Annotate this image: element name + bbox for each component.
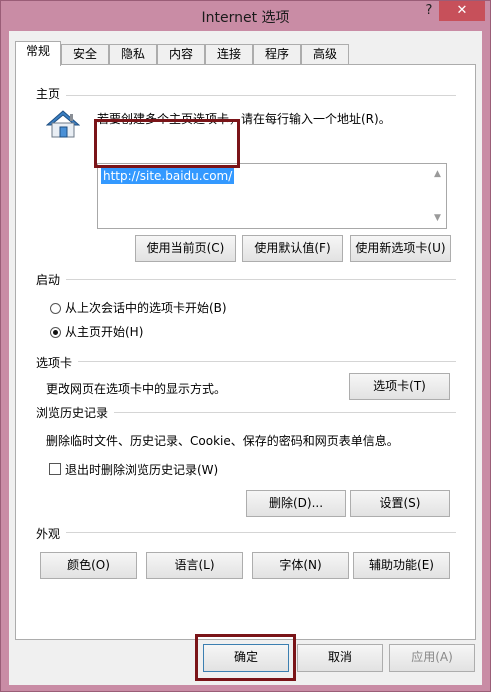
startup-group-label: 启动	[36, 271, 67, 288]
tab-programs[interactable]: 程序	[253, 44, 301, 65]
tab-advanced[interactable]: 高级	[301, 44, 349, 65]
tabs-group-label: 选项卡	[36, 354, 79, 371]
history-settings-button[interactable]: 设置(S)	[350, 490, 450, 517]
apply-button[interactable]: 应用(A)	[389, 644, 475, 672]
title-bar[interactable]: Internet 选项 ? ✕	[1, 1, 490, 31]
fonts-button[interactable]: 字体(N)	[252, 552, 349, 579]
languages-button[interactable]: 语言(L)	[146, 552, 243, 579]
group-divider	[46, 279, 456, 280]
close-button[interactable]: ✕	[439, 1, 485, 21]
house-icon	[45, 109, 81, 139]
ok-highlight-frame	[195, 634, 296, 681]
accessibility-button[interactable]: 辅助功能(E)	[353, 552, 450, 579]
general-tab-page: 主页 若要创建多个主页选项卡，请在每行输入一个地址(R)。 http://sit…	[15, 64, 476, 640]
history-description: 删除临时文件、历史记录、Cookie、保存的密码和网页表单信息。	[46, 434, 399, 448]
startup-option-label[interactable]: 从主页开始(H)	[65, 323, 143, 340]
help-button[interactable]: ?	[418, 1, 440, 21]
tab-connections[interactable]: 连接	[205, 44, 253, 65]
startup-last-session-radio[interactable]	[50, 303, 61, 314]
tabs-settings-button[interactable]: 选项卡(T)	[349, 373, 450, 400]
home-group-label: 主页	[36, 85, 67, 102]
group-divider	[46, 361, 456, 362]
tabs-description: 更改网页在选项卡中的显示方式。	[46, 382, 227, 396]
home-url-value[interactable]: http://site.baidu.com/	[101, 168, 235, 184]
dialog-client: 常规 安全 隐私 内容 连接 程序 高级 主页 若要创建多个主页选项卡，请在每行…	[9, 31, 482, 685]
startup-option-label[interactable]: 从上次会话中的选项卡开始(B)	[65, 299, 227, 316]
url-highlight-frame	[94, 119, 240, 168]
colors-button[interactable]: 颜色(O)	[40, 552, 137, 579]
window-title: Internet 选项	[201, 10, 290, 26]
group-divider	[46, 95, 456, 96]
group-divider	[46, 532, 456, 533]
use-current-button[interactable]: 使用当前页(C)	[135, 235, 236, 262]
delete-on-exit-label[interactable]: 退出时删除浏览历史记录(W)	[65, 461, 218, 478]
cancel-button[interactable]: 取消	[297, 644, 383, 672]
use-new-tab-button[interactable]: 使用新选项卡(U)	[350, 235, 451, 262]
tab-general[interactable]: 常规	[15, 41, 61, 66]
appearance-group-label: 外观	[36, 525, 67, 542]
scroll-up-icon[interactable]: ▲	[434, 169, 441, 179]
dialog-window: Internet 选项 ? ✕ 常规 安全 隐私 内容 连接 程序 高级 主页	[0, 0, 491, 692]
delete-history-button[interactable]: 删除(D)...	[246, 490, 346, 517]
delete-on-exit-checkbox[interactable]	[49, 463, 61, 475]
home-url-textarea[interactable]: http://site.baidu.com/ ▲ ▼	[97, 163, 447, 229]
startup-home-radio[interactable]	[50, 327, 61, 338]
tab-privacy[interactable]: 隐私	[109, 44, 157, 65]
url-scrollbar[interactable]: ▲ ▼	[430, 164, 446, 228]
tab-content[interactable]: 内容	[157, 44, 205, 65]
history-group-label: 浏览历史记录	[36, 404, 115, 421]
use-default-button[interactable]: 使用默认值(F)	[242, 235, 343, 262]
tab-security[interactable]: 安全	[61, 44, 109, 65]
scroll-down-icon[interactable]: ▼	[434, 213, 441, 223]
